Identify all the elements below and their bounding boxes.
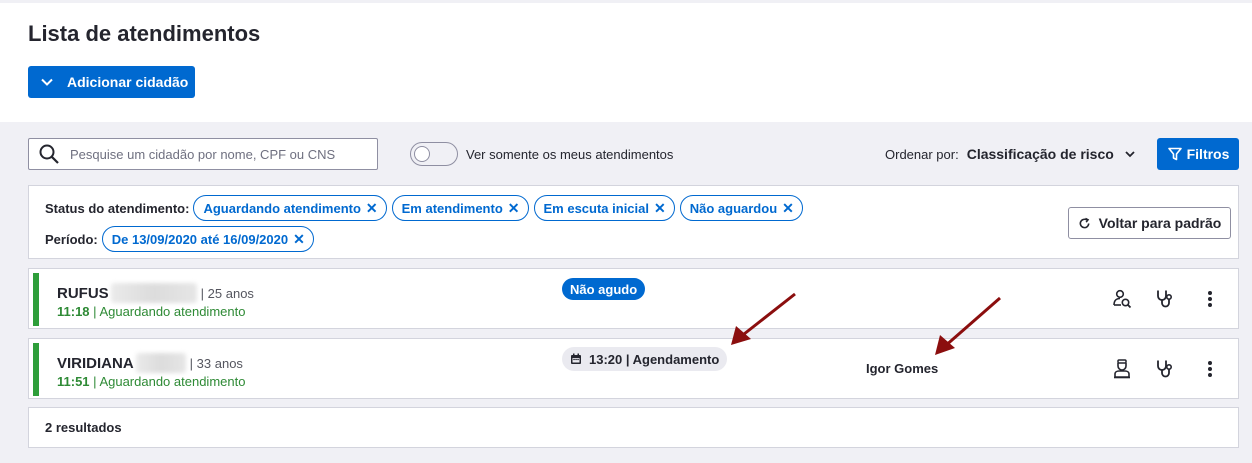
chip-label: Em atendimento bbox=[401, 200, 503, 216]
search-icon bbox=[39, 144, 59, 164]
chip-label: Em escuta inicial bbox=[543, 200, 650, 216]
close-icon[interactable]: ✕ bbox=[508, 200, 520, 217]
close-icon[interactable]: ✕ bbox=[366, 200, 378, 217]
annotation-arrow-icon bbox=[731, 292, 796, 345]
list-item[interactable]: RUFUS | 25 anos 11:18 | Aguardando atend… bbox=[28, 268, 1239, 329]
patient-age: | 25 anos bbox=[200, 285, 254, 301]
patient-name-line: VIRIDIANA | 33 anos bbox=[57, 353, 243, 373]
more-options-icon[interactable] bbox=[1198, 287, 1222, 311]
period-filter-label: Período: bbox=[45, 231, 98, 247]
page-header: Lista de atendimentos Adicionar cidadão bbox=[0, 3, 1252, 122]
chevron-down-icon bbox=[41, 78, 53, 86]
toggle-knob bbox=[414, 146, 430, 162]
close-icon[interactable]: ✕ bbox=[293, 231, 305, 248]
toggle-switch[interactable] bbox=[410, 142, 458, 166]
status-filter-row: Status do atendimento: Aguardando atendi… bbox=[45, 195, 808, 221]
my-appointments-toggle[interactable]: Ver somente os meus atendimentos bbox=[410, 142, 673, 166]
annotation-arrow-icon bbox=[935, 296, 1001, 355]
arrival-time: 11:51 bbox=[57, 374, 90, 389]
chip-label: Não aguardou bbox=[689, 200, 778, 216]
list-item[interactable]: VIRIDIANA | 33 anos 11:51 | Aguardando a… bbox=[28, 338, 1239, 399]
sort-select[interactable]: Ordenar por: Classificação de risco bbox=[885, 146, 1136, 162]
arrival-time: 11:18 bbox=[57, 304, 90, 319]
appointment-badge: 13:20 | Agendamento bbox=[562, 347, 728, 371]
main-content: Pesquise um cidadão por nome, CPF ou CNS… bbox=[0, 122, 1252, 463]
risk-indicator-bar bbox=[33, 343, 39, 396]
results-count: 2 resultados bbox=[28, 407, 1239, 448]
stethoscope-icon[interactable] bbox=[1153, 287, 1177, 311]
stethoscope-icon[interactable] bbox=[1153, 357, 1177, 381]
risk-indicator-bar bbox=[33, 273, 39, 326]
status-filter-label: Status do atendimento: bbox=[45, 200, 190, 216]
status-chip[interactable]: Em atendimento ✕ bbox=[391, 195, 529, 221]
risk-classification-badge: Não agudo bbox=[562, 278, 646, 300]
patient-age: | 33 anos bbox=[189, 355, 243, 371]
status-chip[interactable]: Não aguardou ✕ bbox=[679, 195, 803, 221]
period-filter-row: Período: De 13/09/2020 até 16/09/2020 ✕ bbox=[45, 226, 319, 252]
reset-filters-button[interactable]: Voltar para padrão bbox=[1068, 207, 1231, 239]
calendar-icon bbox=[571, 353, 581, 364]
patient-name-line: RUFUS | 25 anos bbox=[57, 283, 254, 303]
add-citizen-button[interactable]: Adicionar cidadão bbox=[28, 66, 195, 98]
status-chip[interactable]: Em escuta inicial ✕ bbox=[533, 195, 675, 221]
redacted-surname bbox=[110, 283, 197, 303]
period-chip[interactable]: De 13/09/2020 até 16/09/2020 ✕ bbox=[101, 226, 314, 252]
more-options-icon[interactable] bbox=[1198, 357, 1222, 381]
page-title: Lista de atendimentos bbox=[28, 21, 261, 46]
doctor-icon[interactable] bbox=[1110, 357, 1134, 381]
chip-label: Aguardando atendimento bbox=[203, 200, 361, 216]
filters-label: Filtros bbox=[1186, 146, 1230, 162]
professional-name: Igor Gomes bbox=[866, 361, 939, 376]
patient-name: VIRIDIANA bbox=[57, 354, 134, 372]
active-filters-panel: Status do atendimento: Aguardando atendi… bbox=[28, 185, 1239, 259]
chip-label: De 13/09/2020 até 16/09/2020 bbox=[111, 231, 289, 247]
patient-status-line: 11:18 | Aguardando atendimento bbox=[57, 304, 245, 319]
reset-filters-label: Voltar para padrão bbox=[1098, 215, 1222, 231]
add-citizen-label: Adicionar cidadão bbox=[67, 74, 189, 90]
redacted-surname bbox=[135, 353, 186, 373]
patient-name: RUFUS bbox=[57, 284, 109, 302]
sort-value[interactable]: Classificação de risco bbox=[967, 146, 1114, 162]
attendance-status: | Aguardando atendimento bbox=[93, 374, 246, 389]
appointment-text: 13:20 | Agendamento bbox=[589, 351, 720, 367]
refresh-icon bbox=[1079, 217, 1090, 228]
close-icon[interactable]: ✕ bbox=[654, 200, 666, 217]
view-listening-icon[interactable] bbox=[1110, 287, 1134, 311]
chevron-down-icon[interactable] bbox=[1124, 148, 1136, 160]
close-icon[interactable]: ✕ bbox=[782, 200, 794, 217]
filters-button[interactable]: Filtros bbox=[1157, 138, 1239, 170]
attendance-status: | Aguardando atendimento bbox=[93, 304, 246, 319]
search-input[interactable]: Pesquise um cidadão por nome, CPF ou CNS bbox=[28, 138, 378, 170]
patient-status-line: 11:51 | Aguardando atendimento bbox=[57, 374, 245, 389]
funnel-icon bbox=[1167, 147, 1182, 161]
search-placeholder: Pesquise um cidadão por nome, CPF ou CNS bbox=[70, 146, 336, 162]
status-chip[interactable]: Aguardando atendimento ✕ bbox=[193, 195, 387, 221]
sort-label: Ordenar por: bbox=[885, 146, 959, 162]
toggle-label: Ver somente os meus atendimentos bbox=[466, 146, 674, 162]
